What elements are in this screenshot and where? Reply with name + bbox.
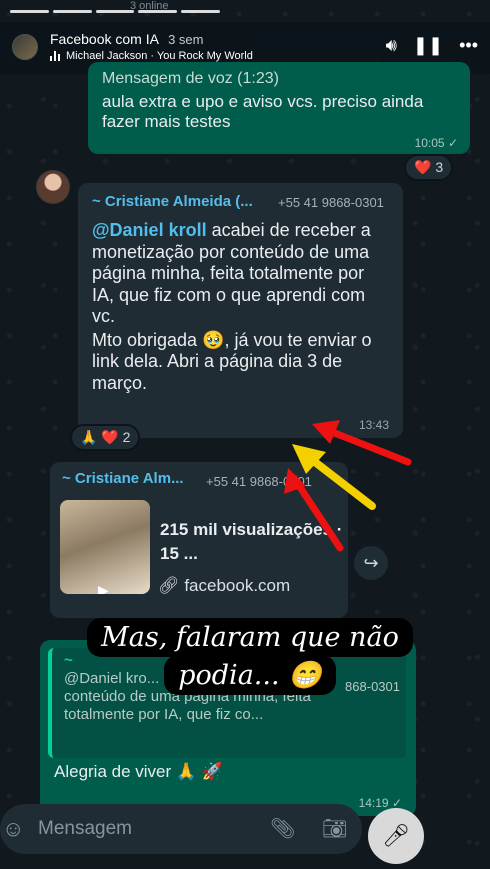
story-screen: 3 online Facebook com IA 3 sem Michael J… [0,0,490,869]
red-arrow-lower [284,468,344,552]
annotation-arrows [284,420,412,552]
red-arrow-upper [312,420,412,466]
